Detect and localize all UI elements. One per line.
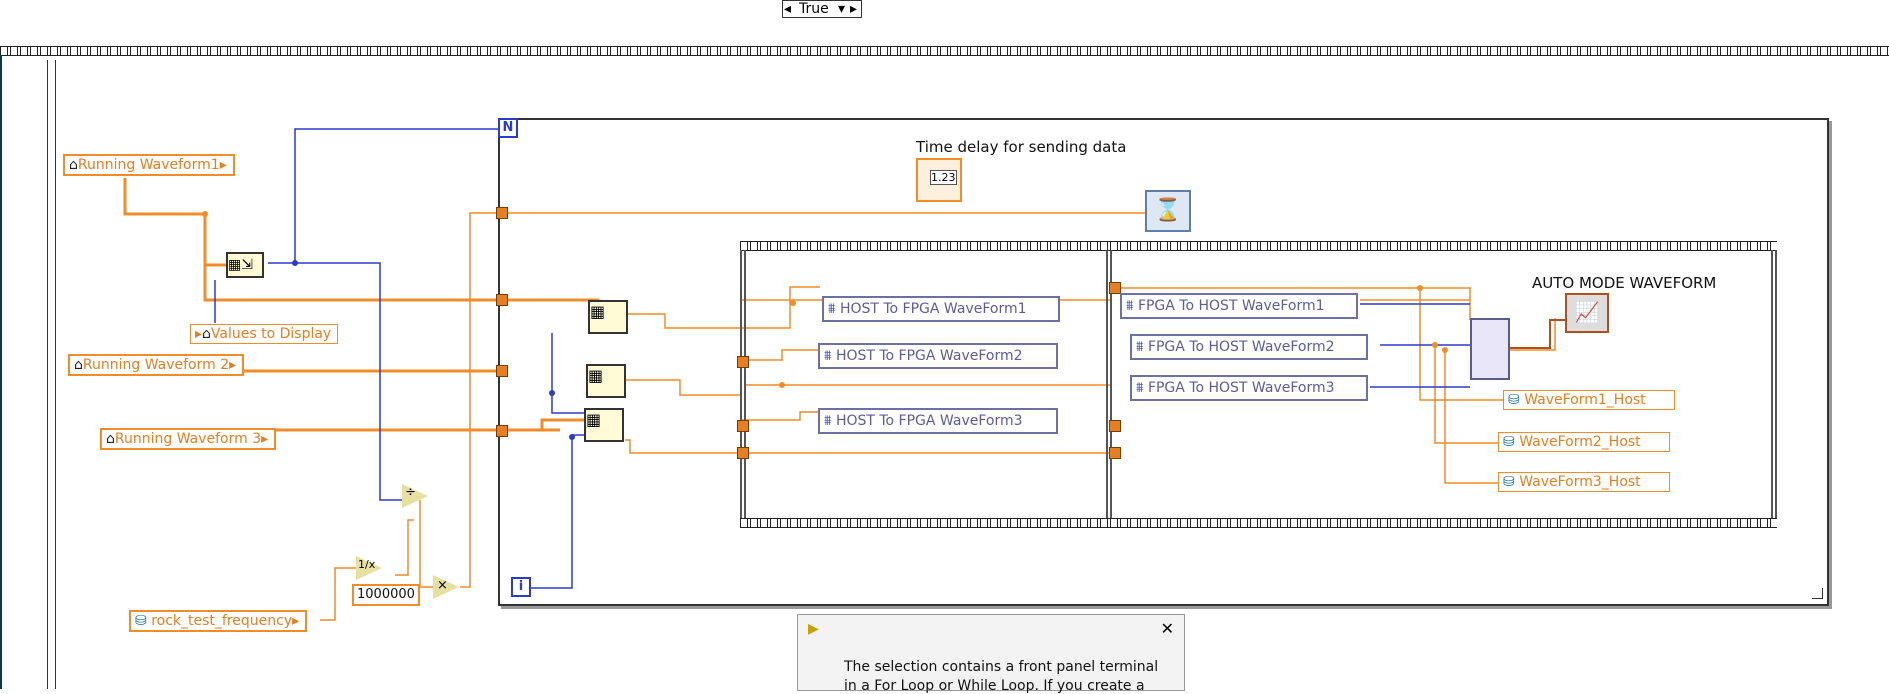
rock-test-frequency-control[interactable]: ⛁ rock_test_frequency▸ xyxy=(129,610,308,632)
values-to-display-indicator[interactable]: ▸⌂Values to Display xyxy=(190,324,339,344)
wait-ms-node[interactable]: ⌛ xyxy=(1145,190,1191,232)
network-variable-icon: ⛁ xyxy=(1503,434,1515,450)
waveform1-host-label: WaveForm1_Host xyxy=(1524,392,1646,408)
waveform3-host-label: WaveForm3_Host xyxy=(1519,474,1641,490)
running-waveform3-label: Running Waveform 3 xyxy=(114,431,262,447)
sequence-border-bottom xyxy=(740,518,1777,528)
arrow-right-icon: ▸ xyxy=(229,357,237,373)
network-variable-icon: ⛁ xyxy=(135,613,147,629)
labview-icon: ▶ xyxy=(808,621,819,637)
fpga-io-icon: ⩩ xyxy=(1136,380,1144,396)
sequence-tunnel-1[interactable] xyxy=(737,356,749,368)
array-size-node[interactable]: ▦⇲ xyxy=(226,252,264,278)
fpga-to-host-waveform2-label: FPGA To HOST WaveForm2 xyxy=(1147,339,1335,355)
auto-mode-waveform-label: AUTO MODE WAVEFORM xyxy=(1532,274,1717,292)
network-variable-icon: ⛁ xyxy=(1508,392,1520,408)
sequence-tunnel-3[interactable] xyxy=(737,447,749,459)
running-waveform2-label: Running Waveform 2 xyxy=(82,357,230,373)
fpga-to-host-waveform3-label: FPGA To HOST WaveForm3 xyxy=(1147,380,1335,396)
divide-icon: ÷ xyxy=(405,485,416,500)
fpga-io-icon: ⩩ xyxy=(1126,298,1134,314)
reciprocal-icon: 1/x xyxy=(358,558,376,571)
host-to-fpga-waveform2[interactable]: ⩩ HOST To FPGA WaveForm2 xyxy=(818,343,1058,369)
constant-value: 1000000 xyxy=(357,587,415,602)
build-array-node[interactable] xyxy=(1470,318,1510,380)
array-icon: ▦ xyxy=(590,302,606,321)
host-to-fpga-waveform1[interactable]: ⩩ HOST To FPGA WaveForm1 xyxy=(822,296,1060,322)
tunnel-2[interactable] xyxy=(496,294,508,306)
loop-count-terminal[interactable]: N xyxy=(498,118,518,138)
waveform3-host-indicator[interactable]: ⛁ WaveForm3_Host xyxy=(1498,472,1670,492)
host-to-fpga-waveform3-label: HOST To FPGA WaveForm3 xyxy=(835,413,1023,429)
fpga-io-icon: ⩩ xyxy=(824,348,832,364)
host-to-fpga-waveform3[interactable]: ⩩ HOST To FPGA WaveForm3 xyxy=(818,408,1058,434)
resize-handle-icon[interactable] xyxy=(1812,588,1823,599)
sequence-tunnel-5[interactable] xyxy=(1109,420,1121,432)
loop-iteration-label: i xyxy=(518,579,524,594)
hourglass-icon: ⌛ xyxy=(1154,198,1182,223)
sequence-tunnel-6[interactable] xyxy=(1109,447,1121,459)
sequence-frame-1[interactable] xyxy=(740,250,1112,518)
arrow-right-icon: ▸ xyxy=(261,431,269,447)
network-variable-icon: ⛁ xyxy=(1503,474,1515,490)
waveform2-host-indicator[interactable]: ⛁ WaveForm2_Host xyxy=(1498,432,1670,452)
time-delay-label: Time delay for sending data xyxy=(916,138,1127,156)
waveform2-host-label: WaveForm2_Host xyxy=(1519,434,1641,450)
tunnel-1[interactable] xyxy=(496,207,508,219)
arrow-right-icon: ▸ xyxy=(292,613,300,629)
warning-dialog[interactable]: ▶ ✕ The selection contains a front panel… xyxy=(797,614,1185,694)
running-waveform1-control[interactable]: ⌂Running Waveform1▸ xyxy=(63,154,235,176)
loop-iteration-terminal[interactable]: i xyxy=(511,577,531,597)
rock-test-frequency-label: rock_test_frequency xyxy=(151,613,293,629)
arrow-right-icon: ▸ xyxy=(195,326,203,342)
values-to-display-label: Values to Display xyxy=(210,326,332,342)
running-waveform2-control[interactable]: ⌂Running Waveform 2▸ xyxy=(68,354,245,376)
fpga-to-host-waveform3[interactable]: ⩩ FPGA To HOST WaveForm3 xyxy=(1130,375,1368,401)
home-icon: ⌂ xyxy=(106,431,115,447)
constant-1000000[interactable]: 1000000 xyxy=(352,584,420,606)
fpga-io-icon: ⩩ xyxy=(1136,339,1144,355)
home-icon: ⌂ xyxy=(69,157,78,173)
tunnel-4[interactable] xyxy=(496,425,508,437)
sequence-tunnel-2[interactable] xyxy=(737,420,749,432)
array-icon: ▦ xyxy=(588,366,604,385)
fpga-to-host-waveform1-label: FPGA To HOST WaveForm1 xyxy=(1137,298,1325,314)
fpga-to-host-waveform1[interactable]: ⩩ FPGA To HOST WaveForm1 xyxy=(1120,293,1358,319)
multiply-icon: × xyxy=(437,578,448,593)
fpga-to-host-waveform2[interactable]: ⩩ FPGA To HOST WaveForm2 xyxy=(1130,334,1368,360)
array-icon: ▦ xyxy=(586,410,602,429)
dialog-message-line2: in a For Loop or While Loop. If you crea… xyxy=(844,678,1145,694)
host-to-fpga-waveform2-label: HOST To FPGA WaveForm2 xyxy=(835,348,1023,364)
array-subset-node-2[interactable]: ▦ xyxy=(586,364,626,398)
fpga-io-icon: ⩩ xyxy=(824,413,832,429)
loop-count-label: N xyxy=(502,120,514,135)
waveform1-host-indicator[interactable]: ⛁ WaveForm1_Host xyxy=(1503,390,1675,410)
close-icon[interactable]: ✕ xyxy=(1161,619,1174,638)
array-size-icon: ▦⇲ xyxy=(228,257,253,273)
home-icon: ⌂ xyxy=(202,326,211,342)
numeric-icon: 1.23 xyxy=(930,170,957,185)
running-waveform3-control[interactable]: ⌂Running Waveform 3▸ xyxy=(100,428,277,450)
running-waveform1-label: Running Waveform1 xyxy=(77,157,220,173)
waveform-graph-icon: 📈 xyxy=(1574,300,1600,324)
dialog-message-line1: The selection contains a front panel ter… xyxy=(844,659,1159,675)
time-delay-control[interactable]: 1.23 xyxy=(916,158,962,202)
auto-mode-waveform-indicator[interactable]: 📈 xyxy=(1565,293,1609,333)
home-icon: ⌂ xyxy=(74,357,83,373)
array-subset-node-3[interactable]: ▦ xyxy=(584,408,624,442)
fpga-io-icon: ⩩ xyxy=(828,301,836,317)
array-subset-node-1[interactable]: ▦ xyxy=(588,300,628,334)
arrow-right-icon: ▸ xyxy=(219,157,227,173)
tunnel-3[interactable] xyxy=(496,365,508,377)
host-to-fpga-waveform1-label: HOST To FPGA WaveForm1 xyxy=(839,301,1027,317)
